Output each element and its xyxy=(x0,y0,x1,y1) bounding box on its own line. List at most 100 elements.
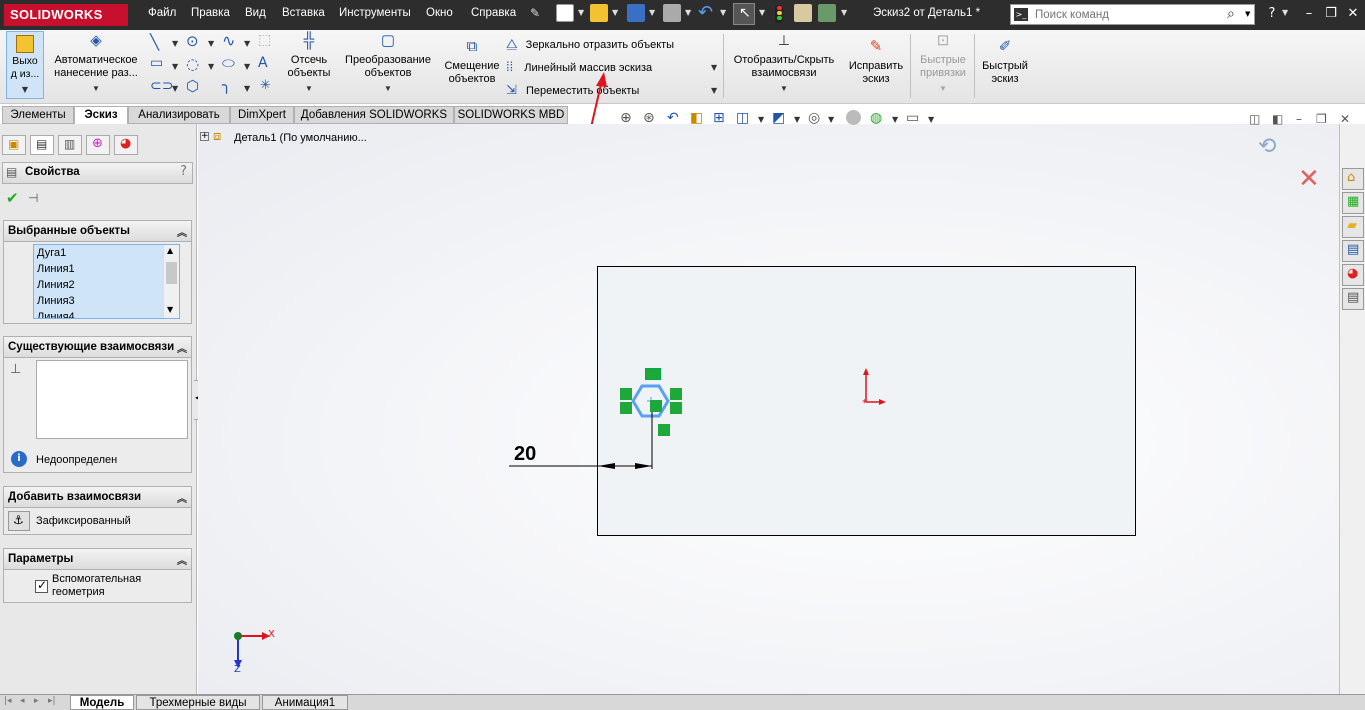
apply-scene-icon[interactable]: ◍ xyxy=(870,110,882,126)
selected-objects-header[interactable]: Выбранные объекты ︽ xyxy=(3,220,192,242)
chevron-down-icon[interactable]: ▼ xyxy=(208,39,214,48)
point-icon[interactable]: ✳ xyxy=(260,78,271,93)
undo-icon[interactable]: ↶ xyxy=(698,2,713,23)
relation-badge[interactable] xyxy=(670,402,682,414)
chevron-down-icon[interactable]: ▼ xyxy=(649,8,655,17)
chevron-down-icon[interactable]: ▼ xyxy=(841,8,847,17)
parameters-header[interactable]: Параметры ︽ xyxy=(3,548,192,570)
tab-solidworks-mbd[interactable]: SOLIDWORKS MBD xyxy=(454,106,568,124)
show-hide-relations-button[interactable]: ⊥ Отобразить/Скрыть взаимосвязи ▼ xyxy=(728,33,840,95)
close-icon[interactable]: ✕ xyxy=(1344,6,1362,22)
restore-icon[interactable]: ❐ xyxy=(1322,6,1340,22)
line-icon[interactable]: ╲ xyxy=(150,33,159,51)
chevron-down-icon[interactable]: ▼ xyxy=(720,8,726,17)
chevron-down-icon[interactable]: ▼ xyxy=(914,82,972,95)
tab-3d-views[interactable]: Трехмерные виды xyxy=(136,695,260,710)
chevron-down-icon[interactable]: ▼ xyxy=(612,8,618,17)
menu-file[interactable]: Файл xyxy=(148,7,176,19)
fix-relation-icon[interactable]: ⚓ xyxy=(8,511,30,531)
save-icon[interactable] xyxy=(627,4,645,22)
repair-sketch-button[interactable]: ✎ Исправить эскиз xyxy=(845,39,907,86)
exit-sketch-button[interactable]: Выхо д из... ▼ xyxy=(6,31,44,99)
feature-manager-tab-icon[interactable]: ▣ xyxy=(2,135,26,155)
display-manager-tab-icon[interactable]: ◕ xyxy=(114,135,138,155)
design-library-icon[interactable]: ▦ xyxy=(1342,192,1364,214)
select-cursor-icon[interactable]: ↖ xyxy=(733,3,755,25)
chevron-down-icon[interactable]: ▼ xyxy=(711,86,717,95)
fix-relation-label[interactable]: Зафиксированный xyxy=(36,515,131,527)
zoom-to-fit-icon[interactable]: ⊕ xyxy=(620,110,632,126)
arc-icon[interactable]: ◌ xyxy=(186,55,199,73)
slot-icon[interactable]: ⊂⊃ xyxy=(150,78,173,94)
chevron-down-icon[interactable]: ▼ xyxy=(728,82,840,95)
pin-icon[interactable]: ✎ xyxy=(530,6,540,20)
chevron-down-icon[interactable]: ▼ xyxy=(244,84,250,93)
chevron-down-icon[interactable]: ▼ xyxy=(685,8,691,17)
add-relations-header[interactable]: Добавить взаимосвязи ︽ xyxy=(3,486,192,508)
tab-sketch[interactable]: Эскиз xyxy=(74,106,128,124)
view-settings-icon[interactable]: ▭ xyxy=(906,110,919,126)
tab-animation[interactable]: Анимация1 xyxy=(262,695,348,710)
chevron-down-icon[interactable]: ▼ xyxy=(244,62,250,71)
cancel-sketch-icon[interactable]: ✕ xyxy=(1298,164,1320,194)
appearances-icon[interactable]: ◕ xyxy=(1342,264,1364,286)
restore-icon[interactable]: ❐ xyxy=(1316,112,1327,126)
existing-relations-header[interactable]: Существующие взаимосвязи ︽ xyxy=(3,336,192,358)
menu-edit[interactable]: Правка xyxy=(191,7,230,19)
dimension-value[interactable]: 20 xyxy=(514,443,536,466)
tab-evaluate[interactable]: Анализировать xyxy=(128,106,230,124)
list-item[interactable]: Линия3 xyxy=(34,293,179,309)
relation-badge[interactable] xyxy=(670,388,682,400)
section-view-icon[interactable]: ◧ xyxy=(690,110,703,126)
edit-appearance-icon[interactable] xyxy=(846,110,861,125)
construction-geometry-label[interactable]: Вспомогательная геометрия xyxy=(52,573,141,599)
property-manager-tab-icon[interactable]: ▤ xyxy=(30,135,54,155)
existing-relations-list[interactable] xyxy=(36,360,188,439)
tab-model[interactable]: Модель xyxy=(70,695,134,710)
rapid-sketch-button[interactable]: ✐ Быстрый эскиз xyxy=(978,39,1032,86)
search-input[interactable] xyxy=(1035,6,1225,23)
file-properties-icon[interactable] xyxy=(794,4,812,22)
custom-properties-icon[interactable]: ▤ xyxy=(1342,288,1364,310)
collapse-icon[interactable]: ︽ xyxy=(177,552,187,572)
scroll-last-icon[interactable]: ▸| xyxy=(48,696,56,706)
chevron-down-icon[interactable]: ▼ xyxy=(1282,8,1288,17)
chevron-down-icon[interactable]: ▼ xyxy=(167,305,173,314)
menu-view[interactable]: Вид xyxy=(245,7,266,19)
window-split-icon[interactable]: ◧ xyxy=(1272,112,1283,126)
search-box[interactable]: >_ ⌕ ▼ xyxy=(1010,4,1255,25)
previous-view-icon[interactable]: ↶ xyxy=(667,110,679,126)
tab-solidworks-addins[interactable]: Добавления SOLIDWORKS xyxy=(294,106,454,124)
help-icon[interactable]: ? xyxy=(1263,6,1281,22)
minimize-icon[interactable]: – xyxy=(1300,6,1318,22)
chevron-down-icon[interactable]: ▼ xyxy=(794,115,800,124)
chevron-down-icon[interactable]: ▼ xyxy=(244,39,250,48)
circle-icon[interactable]: ⊙ xyxy=(186,32,199,50)
offset-entities-button[interactable]: ⧉ Смещение объектов xyxy=(442,39,502,86)
collapse-icon[interactable]: ︽ xyxy=(177,224,187,244)
text-icon[interactable]: A xyxy=(258,55,268,71)
text-box-icon[interactable]: ⬚ xyxy=(258,32,271,48)
spline-icon[interactable]: ∿ xyxy=(222,31,235,50)
window-tile-icon[interactable]: ◫ xyxy=(1249,112,1260,126)
list-item[interactable]: Линия4 xyxy=(34,309,179,318)
collapse-icon[interactable]: ︽ xyxy=(177,490,187,510)
chevron-down-icon[interactable]: ▼ xyxy=(50,82,142,95)
relation-badge[interactable] xyxy=(645,368,661,380)
menu-help[interactable]: Справка xyxy=(471,7,516,19)
view-palette-icon[interactable]: ▤ xyxy=(1342,240,1364,262)
collapse-icon[interactable]: ︽ xyxy=(177,340,187,360)
dimxpert-manager-tab-icon[interactable]: ⊕ xyxy=(86,135,110,155)
list-scrollbar[interactable]: ▲ ▼ xyxy=(163,245,179,318)
minimize-icon[interactable]: – xyxy=(1296,112,1302,126)
quick-snaps-button[interactable]: ⊡ Быстрые привязки ▼ xyxy=(914,33,972,95)
tab-dimxpert[interactable]: DimXpert xyxy=(230,106,294,124)
tab-features[interactable]: Элементы xyxy=(2,106,74,124)
chevron-down-icon[interactable]: ▼ xyxy=(892,115,898,124)
scroll-prev-icon[interactable]: ◂ xyxy=(20,696,25,706)
menu-insert[interactable]: Вставка xyxy=(282,7,325,19)
chevron-down-icon[interactable]: ▼ xyxy=(280,82,338,95)
pushpin-icon[interactable]: ⊣ xyxy=(28,191,38,205)
new-document-icon[interactable] xyxy=(556,4,574,22)
fillet-icon[interactable]: ╮ xyxy=(222,76,231,94)
